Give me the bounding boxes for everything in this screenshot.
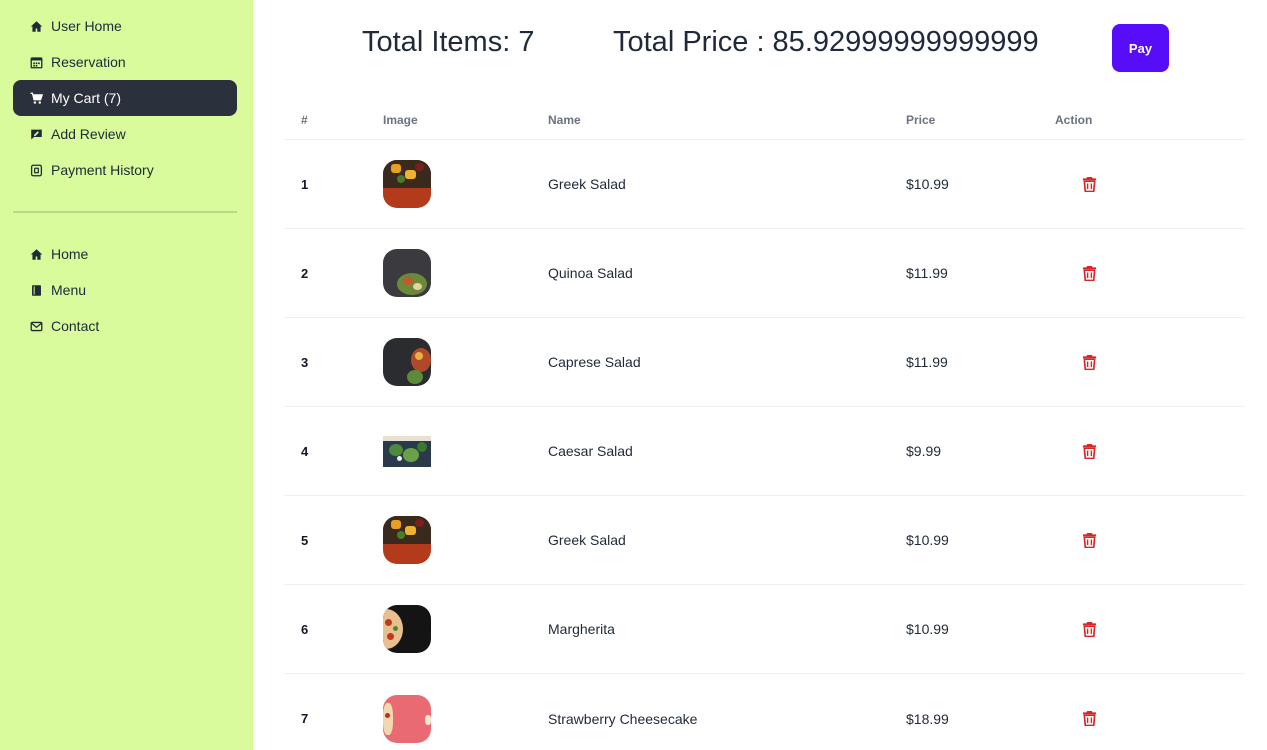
table-row: 3 Caprese Salad $11.99 <box>284 318 1245 407</box>
table-row: 2 Quinoa Salad $11.99 <box>284 229 1245 318</box>
trash-icon <box>1082 265 1096 281</box>
cart-table: # Image Name Price Action 1 Greek Salad … <box>284 100 1245 750</box>
item-image <box>383 516 431 564</box>
sidebar-item-label: Add Review <box>51 126 126 142</box>
table-row: 1 Greek Salad $10.99 <box>284 140 1245 229</box>
item-image <box>383 160 431 208</box>
item-price: $10.99 <box>906 532 949 548</box>
delete-button[interactable] <box>1079 441 1099 461</box>
payment-icon <box>29 163 43 177</box>
table-row: 6 Margherita $10.99 <box>284 585 1245 674</box>
site-nav: Home Menu Contact <box>13 236 237 344</box>
column-header-name: Name <box>548 112 581 127</box>
item-price: $9.99 <box>906 443 942 459</box>
sidebar-item-user-home[interactable]: User Home <box>13 8 237 44</box>
delete-button[interactable] <box>1079 174 1099 194</box>
item-price: $18.99 <box>906 710 949 727</box>
item-price: $11.99 <box>906 265 948 281</box>
item-name: Strawberry Cheesecake <box>548 710 698 727</box>
row-number: 1 <box>301 176 309 192</box>
item-price: $11.99 <box>906 354 948 370</box>
calendar-icon <box>29 55 43 69</box>
pay-button[interactable]: Pay <box>1112 24 1169 72</box>
column-header-action: Action <box>1055 112 1093 127</box>
table-row: 4 Caesar Salad $9.99 <box>284 407 1245 496</box>
sidebar: User Home Reservation My Cart (7) Add Re… <box>0 0 253 750</box>
table-row: 5 Greek Salad $10.99 <box>284 496 1245 585</box>
row-number: 2 <box>301 265 309 281</box>
table-header: # Image Name Price Action <box>284 100 1245 140</box>
row-number: 4 <box>301 443 309 459</box>
column-header-num: # <box>301 112 308 127</box>
sidebar-item-home[interactable]: Home <box>13 236 237 272</box>
item-name: Caprese Salad <box>548 354 641 370</box>
item-price: $10.99 <box>906 621 949 637</box>
item-image <box>383 338 431 386</box>
trash-icon <box>1082 354 1096 370</box>
item-image <box>383 605 431 653</box>
sidebar-item-menu[interactable]: Menu <box>13 272 237 308</box>
total-items: Total Items: 7 <box>362 26 535 58</box>
column-header-image: Image <box>383 112 418 127</box>
item-name: Greek Salad <box>548 176 626 192</box>
row-number: 7 <box>301 711 309 726</box>
cart-main: Total Items: 7 Total Price : 85.92999999… <box>253 0 1267 750</box>
trash-icon <box>1082 443 1096 459</box>
delete-button[interactable] <box>1079 619 1099 639</box>
sidebar-item-label: Home <box>51 246 89 262</box>
item-name: Caesar Salad <box>548 443 633 459</box>
delete-button[interactable] <box>1079 352 1099 372</box>
sidebar-item-label: User Home <box>51 18 122 34</box>
delete-button[interactable] <box>1079 530 1099 550</box>
column-header-price: Price <box>906 112 936 127</box>
envelope-icon <box>29 319 43 333</box>
item-image <box>383 694 431 743</box>
home-icon <box>29 247 43 261</box>
sidebar-item-label: Menu <box>51 282 87 298</box>
delete-button[interactable] <box>1079 708 1099 728</box>
trash-icon <box>1082 621 1096 637</box>
sidebar-item-label: Reservation <box>51 54 126 70</box>
sidebar-item-contact[interactable]: Contact <box>13 308 237 344</box>
sidebar-item-add-review[interactable]: Add Review <box>13 116 237 152</box>
home-icon <box>29 19 43 33</box>
row-number: 5 <box>301 532 309 548</box>
item-image <box>383 249 431 297</box>
dashboard-nav: User Home Reservation My Cart (7) Add Re… <box>13 8 237 188</box>
item-name: Greek Salad <box>548 532 626 548</box>
sidebar-item-label: Contact <box>51 318 100 334</box>
delete-button[interactable] <box>1079 263 1099 283</box>
item-price: $10.99 <box>906 176 949 192</box>
sidebar-item-label: My Cart (7) <box>51 90 121 106</box>
table-row: 7 Strawberry Cheesecake $18.99 <box>284 674 1245 750</box>
row-number: 3 <box>301 354 309 370</box>
sidebar-divider <box>13 211 237 213</box>
book-icon <box>29 283 43 297</box>
cart-icon <box>29 91 43 105</box>
trash-icon <box>1082 532 1096 548</box>
trash-icon <box>1082 710 1096 726</box>
item-image <box>383 435 431 467</box>
item-name: Margherita <box>548 621 615 637</box>
row-number: 6 <box>301 621 309 637</box>
sidebar-item-reservation[interactable]: Reservation <box>13 44 237 80</box>
total-price: Total Price : 85.92999999999999 <box>613 26 1039 58</box>
trash-icon <box>1082 176 1096 192</box>
item-name: Quinoa Salad <box>548 265 633 281</box>
sidebar-item-payment-history[interactable]: Payment History <box>13 152 237 188</box>
review-icon <box>29 127 43 141</box>
sidebar-item-my-cart[interactable]: My Cart (7) <box>13 80 237 116</box>
sidebar-item-label: Payment History <box>51 162 154 178</box>
